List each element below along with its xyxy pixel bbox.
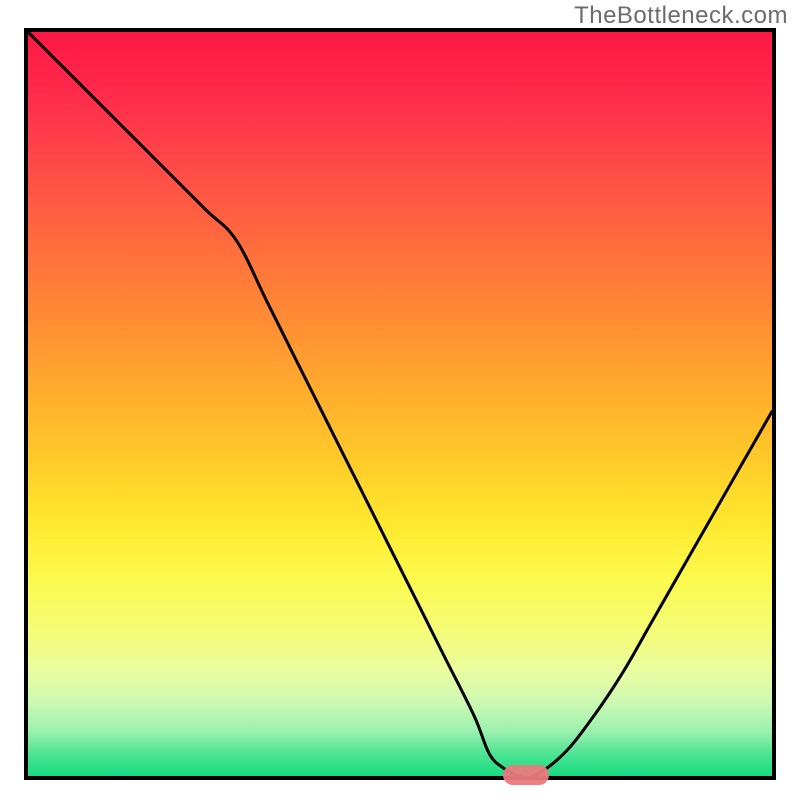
- curve-svg: [28, 32, 772, 776]
- watermark-text: TheBottleneck.com: [574, 2, 788, 30]
- chart-root: TheBottleneck.com: [0, 0, 800, 800]
- plot-frame: [24, 28, 776, 780]
- optimal-marker: [503, 765, 549, 785]
- bottleneck-curve-path: [28, 32, 772, 776]
